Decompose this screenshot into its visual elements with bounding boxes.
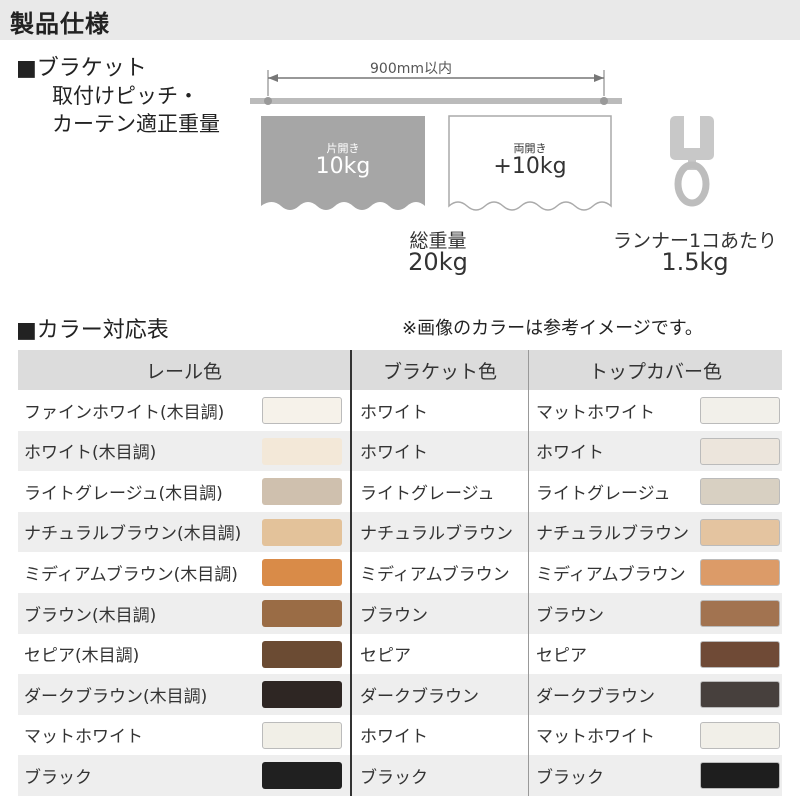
table-row: ミディアムブラウン(木目調) ミディアムブラウン ミディアムブラウン [18, 552, 782, 593]
table-row: ファインホワイト(木目調) ホワイト マットホワイト [18, 390, 782, 431]
top-cover-color-swatch [700, 437, 780, 465]
bracket-dot-right [600, 97, 608, 105]
table-row: ホワイト(木目調) ホワイト ホワイト [18, 430, 782, 472]
rail-color-swatch [262, 721, 342, 749]
dimension-arrow-left [268, 74, 278, 82]
bracket-color-name: ブラック [360, 767, 428, 788]
bracket-color-name: ホワイト [360, 402, 428, 423]
runner-icon [670, 116, 714, 207]
table-row: マットホワイト ホワイト マットホワイト [18, 715, 782, 756]
top-cover-color-name: マットホワイト [536, 402, 655, 423]
dimension-arrow-right [594, 74, 604, 82]
header-rail-color: レール色 [145, 360, 222, 383]
top-cover-color-name: ダークブラウン [536, 686, 655, 707]
rail-color-swatch [262, 600, 342, 627]
top-cover-color-swatch [700, 640, 780, 668]
top-cover-color-name: ブラウン [536, 605, 604, 626]
bracket-color-name: セピア [360, 646, 411, 667]
bracket-color-name: ミディアムブラウン [360, 564, 510, 585]
top-cover-color-name: マットホワイト [536, 727, 655, 748]
table-row: ダークブラウン(木目調) ダークブラウン ダークブラウン [18, 674, 782, 715]
rail-color-swatch [262, 397, 342, 424]
top-cover-color-swatch [700, 762, 780, 790]
top-cover-color-swatch [700, 518, 780, 546]
color-note: ※画像のカラーは参考イメージです。 [402, 318, 703, 339]
rail-color-swatch [262, 762, 342, 790]
rail-color-swatch [262, 640, 342, 668]
bracket-color-name: ホワイト [360, 443, 428, 464]
rail-color-swatch [262, 518, 342, 546]
top-cover-color-name: ライトグレージュ [536, 483, 671, 504]
bracket-color-name: ライトグレージュ [360, 483, 495, 504]
top-cover-color-swatch [700, 681, 780, 709]
pitch-label: 900mm以内 [370, 61, 452, 77]
top-cover-color-name: ミディアムブラウン [536, 564, 686, 585]
rail-color-swatch [262, 437, 342, 465]
top-cover-color-name: ホワイト [536, 443, 604, 464]
rail-color-name: ナチュラルブラウン(木目調) [24, 524, 242, 545]
table-row: ライトグレージュ(木目調) ライトグレージュ ライトグレージュ [18, 471, 782, 512]
top-cover-color-swatch [700, 478, 780, 506]
rail-color-name: ブラウン(木目調) [24, 605, 157, 626]
column-divider-secondary [528, 350, 529, 796]
top-cover-color-name: セピア [536, 646, 587, 667]
bracket-color-name: ダークブラウン [360, 686, 479, 707]
rail-color-swatch [262, 478, 342, 506]
top-cover-color-name: ブラック [536, 767, 604, 788]
color-table: レール色 ブラケット色 トップカバー色 ファインホワイト(木目調) ホワイト マット… [18, 350, 782, 796]
top-cover-color-swatch [700, 600, 780, 627]
top-cover-color-swatch [700, 559, 780, 587]
rail-color-swatch [262, 681, 342, 709]
bracket-color-name: ブラウン [360, 605, 428, 626]
rail-color-name: ダークブラウン(木目調) [24, 686, 208, 707]
top-cover-color-name: ナチュラルブラウン [536, 524, 689, 545]
table-row: セピア(木目調) セピア セピア [18, 634, 782, 675]
column-divider-main [350, 350, 352, 796]
table-row: ブラック ブラック ブラック [18, 755, 782, 796]
header-bracket-color: ブラケット色 [382, 360, 497, 383]
table-header: レール色 ブラケット色 トップカバー色 [18, 350, 782, 390]
rail-color-name: ライトグレージュ(木目調) [24, 483, 223, 504]
rail-color-name: ファインホワイト(木目調) [24, 402, 225, 423]
bracket-color-name: ナチュラルブラウン [360, 524, 513, 545]
rail-color-name: ブラック [24, 767, 92, 788]
top-cover-color-swatch [700, 721, 780, 749]
rail-color-name: ミディアムブラウン(木目調) [24, 564, 238, 585]
rail-bar [250, 98, 622, 104]
rail-color-name: セピア(木目調) [24, 646, 140, 667]
runner-weight-value: 1.5kg [661, 248, 729, 276]
table-row: ブラウン(木目調) ブラウン ブラウン [18, 593, 782, 634]
double-open-weight: +10kg [493, 154, 567, 179]
header-top-cover-color: トップカバー色 [588, 360, 722, 383]
total-weight-value: 20kg [408, 248, 468, 276]
bracket-dot-left [264, 97, 272, 105]
rail-color-swatch [262, 559, 342, 587]
rail-color-name: マットホワイト [24, 727, 143, 748]
color-section-title: ■カラー対応表 [16, 318, 169, 343]
bracket-color-name: ホワイト [360, 727, 428, 748]
top-cover-color-swatch [700, 397, 780, 424]
rail-color-name: ホワイト(木目調) [24, 443, 157, 464]
single-open-weight: 10kg [315, 154, 371, 179]
table-row: ナチュラルブラウン(木目調) ナチュラルブラウン ナチュラルブラウン [18, 511, 782, 553]
